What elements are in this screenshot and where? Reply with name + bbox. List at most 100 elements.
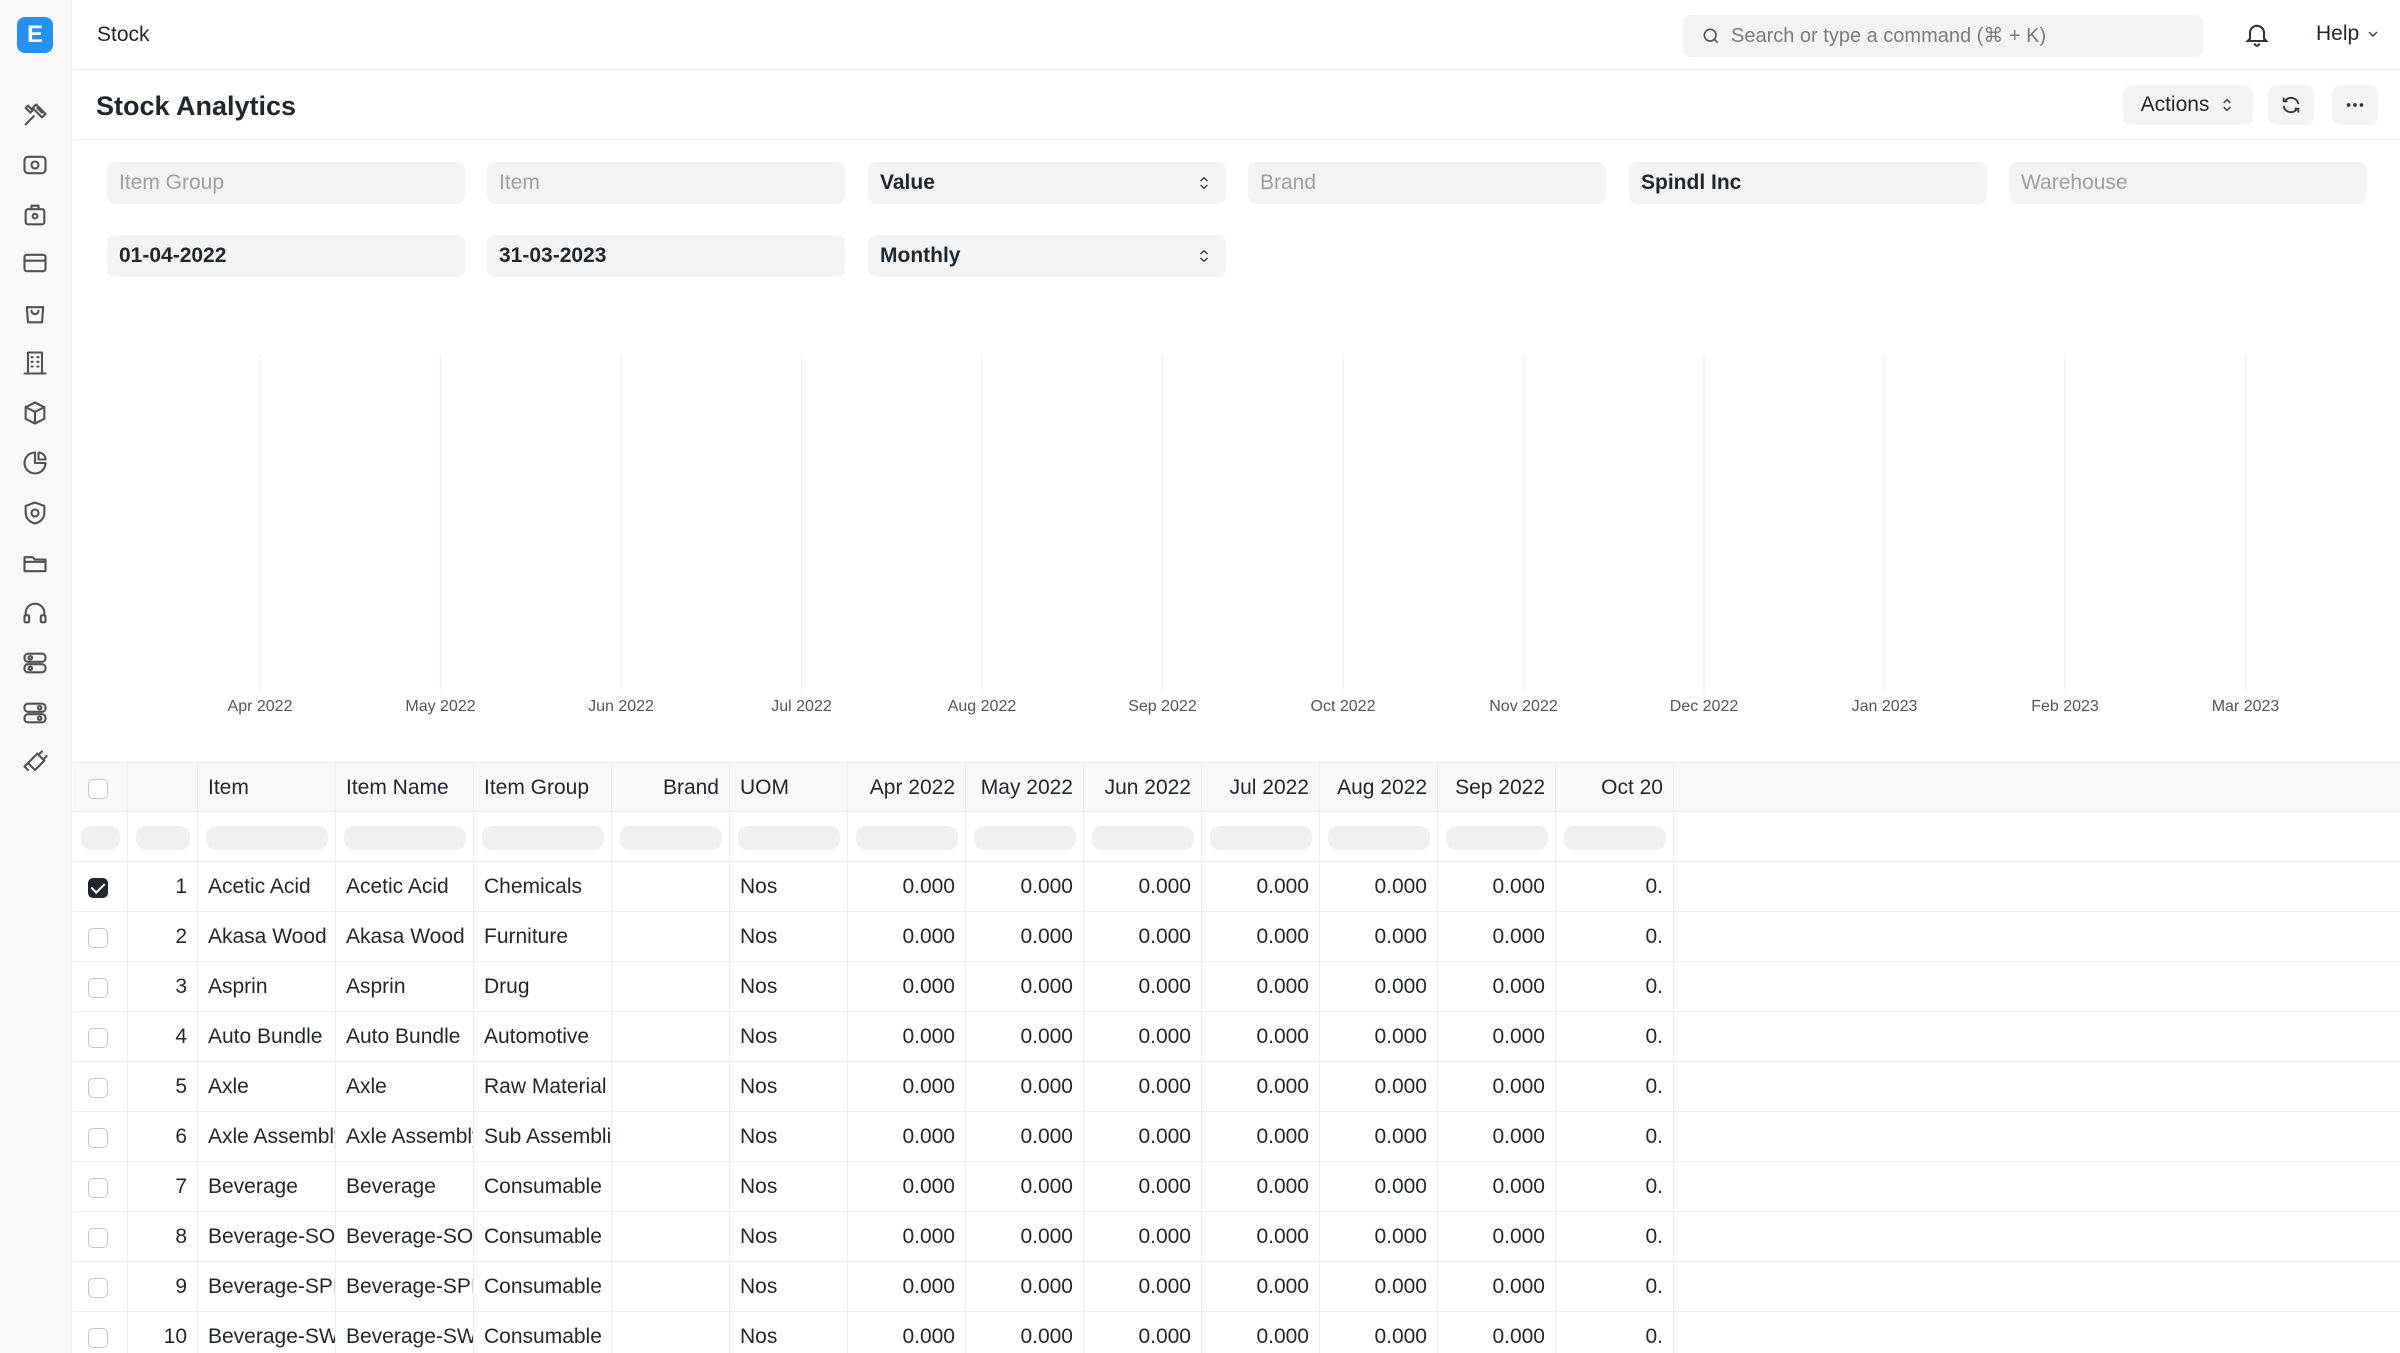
column-filter-input[interactable]	[81, 826, 120, 850]
value-quantity-select[interactable]: Value	[868, 162, 1226, 204]
item-cell[interactable]: Asprin	[198, 962, 336, 1012]
stock-analytics-chart: Apr 2022 May 2022 Jun 2022 Jul 2022 Aug 2022…	[73, 330, 2400, 730]
value-cell: 0.000	[848, 1112, 966, 1162]
search-icon	[1703, 28, 1719, 44]
item-group-filter[interactable]: Item Group	[107, 162, 465, 204]
tools-icon[interactable]	[20, 100, 50, 130]
item-filter[interactable]: Item	[487, 162, 845, 204]
column-filter-input[interactable]	[206, 826, 328, 850]
column-filter-input[interactable]	[136, 826, 190, 850]
item-cell[interactable]: Axle	[198, 1062, 336, 1112]
filter-cell	[1556, 812, 1674, 862]
item-cell[interactable]: Acetic Acid	[198, 862, 336, 912]
accounting-icon[interactable]	[20, 150, 50, 180]
item-cell[interactable]: Beverage-SWEET	[198, 1312, 336, 1353]
to-date-filter[interactable]: 31-03-2023	[487, 235, 845, 277]
item-cell[interactable]: Auto Bundle	[198, 1012, 336, 1062]
value-cell: 0.000	[1202, 1112, 1320, 1162]
column-filter-input[interactable]	[482, 826, 604, 850]
row-checkbox[interactable]	[88, 1078, 108, 1098]
item-cell[interactable]: Beverage-SOUR	[198, 1212, 336, 1262]
refresh-button[interactable]	[2268, 85, 2314, 125]
value-cell: 0.000	[1202, 912, 1320, 962]
column-filter-input[interactable]	[1446, 826, 1548, 850]
column-header[interactable]: Item Group	[474, 763, 612, 813]
range-select[interactable]: Monthly	[868, 235, 1226, 277]
item-name-cell: Beverage-SOUR	[336, 1212, 474, 1262]
brand-cell	[612, 1212, 730, 1262]
sort-icon	[2223, 98, 2232, 112]
chevron-down-icon	[2368, 31, 2378, 37]
warehouse-filter[interactable]: Warehouse	[2009, 162, 2367, 204]
column-filter-input[interactable]	[1328, 826, 1430, 850]
column-header[interactable]: Jul 2022	[1202, 763, 1320, 813]
item-cell[interactable]: Akasa Wood	[198, 912, 336, 962]
support-icon[interactable]	[20, 598, 50, 628]
projects-icon[interactable]	[20, 548, 50, 578]
uom-cell: Nos	[730, 912, 848, 962]
build-icon[interactable]	[20, 748, 50, 778]
column-header[interactable]: UOM	[730, 763, 848, 813]
row-checkbox[interactable]	[88, 928, 108, 948]
from-date-filter[interactable]: 01-04-2022	[107, 235, 465, 277]
column-filter-input[interactable]	[344, 826, 466, 850]
row-checkbox[interactable]	[88, 1278, 108, 1298]
notification-bell-icon[interactable]	[2243, 20, 2273, 50]
row-checkbox[interactable]	[88, 1028, 108, 1048]
awesomebar[interactable]	[1683, 15, 2203, 57]
integrations-icon[interactable]	[20, 698, 50, 728]
brand-cell	[612, 912, 730, 962]
column-filter-input[interactable]	[974, 826, 1076, 850]
column-filter-input[interactable]	[1564, 826, 1666, 850]
column-header[interactable]: Oct 20	[1556, 763, 1674, 813]
refresh-icon	[2282, 96, 2300, 114]
actions-button[interactable]: Actions	[2123, 85, 2253, 125]
row-checkbox[interactable]	[88, 1328, 108, 1348]
column-filter-input[interactable]	[620, 826, 722, 850]
column-header[interactable]: Item Name	[336, 763, 474, 813]
settings-icon[interactable]	[20, 648, 50, 678]
buying-icon[interactable]	[20, 200, 50, 230]
select-all-checkbox[interactable]	[88, 779, 108, 799]
selling-icon[interactable]	[20, 298, 50, 328]
column-filter-input[interactable]	[856, 826, 958, 850]
value-cell: 0.000	[1438, 1012, 1556, 1062]
row-checkbox[interactable]	[88, 1228, 108, 1248]
column-header[interactable]: Apr 2022	[848, 763, 966, 813]
search-input[interactable]	[1731, 15, 2191, 57]
item-cell[interactable]: Beverage	[198, 1162, 336, 1212]
company-filter[interactable]: Spindl Inc	[1629, 162, 1987, 204]
column-header[interactable]: Sep 2022	[1438, 763, 1556, 813]
item-cell[interactable]: Beverage-SPICY	[198, 1262, 336, 1312]
row-number: 7	[128, 1162, 198, 1212]
column-filter-input[interactable]	[1092, 826, 1194, 850]
column-header[interactable]: Brand	[612, 763, 730, 813]
help-dropdown[interactable]: Help	[2316, 22, 2381, 46]
analytics-icon[interactable]	[20, 448, 50, 478]
brand-filter[interactable]: Brand	[1248, 162, 1606, 204]
column-header[interactable]: May 2022	[966, 763, 1084, 813]
column-filter-input[interactable]	[1210, 826, 1312, 850]
filter-cell	[1320, 812, 1438, 862]
filter-cell	[1202, 812, 1320, 862]
value-cell: 0.000	[848, 1012, 966, 1062]
uom-cell: Nos	[730, 1312, 848, 1353]
value-cell: 0.000	[1320, 1112, 1438, 1162]
column-header[interactable]: Item	[198, 763, 336, 813]
more-menu-button[interactable]	[2332, 85, 2378, 125]
quality-icon[interactable]	[20, 498, 50, 528]
row-checkbox[interactable]	[88, 878, 108, 898]
row-checkbox[interactable]	[88, 1128, 108, 1148]
breadcrumb-stock[interactable]: Stock	[97, 23, 150, 47]
column-filter-input[interactable]	[738, 826, 840, 850]
stock-icon[interactable]	[20, 398, 50, 428]
item-cell[interactable]: Axle Assembly	[198, 1112, 336, 1162]
column-header[interactable]: Aug 2022	[1320, 763, 1438, 813]
row-checkbox[interactable]	[88, 1178, 108, 1198]
column-header[interactable]: Jun 2022	[1084, 763, 1202, 813]
row-checkbox[interactable]	[88, 978, 108, 998]
value-cell: 0.	[1556, 1262, 1674, 1312]
organization-icon[interactable]	[20, 348, 50, 378]
app-logo[interactable]: E	[17, 17, 53, 53]
payments-icon[interactable]	[20, 248, 50, 278]
